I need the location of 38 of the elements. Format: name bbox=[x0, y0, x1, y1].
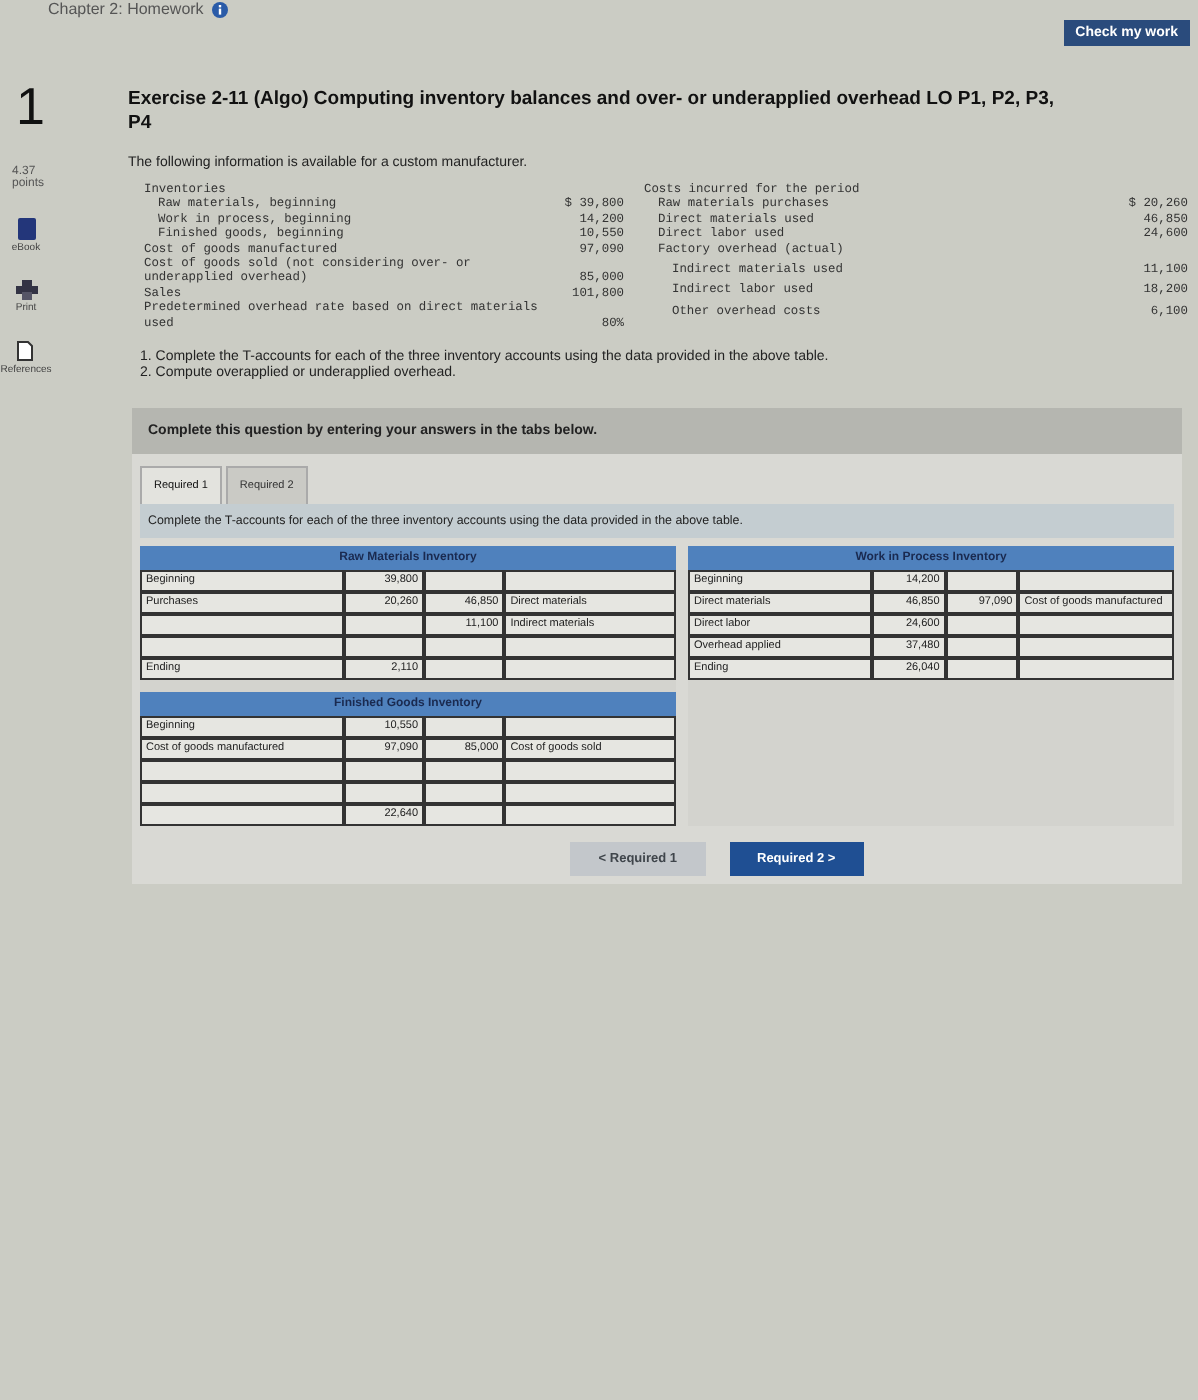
info-icon[interactable] bbox=[211, 1, 228, 17]
book-icon[interactable] bbox=[17, 218, 35, 240]
account-label-field[interactable] bbox=[140, 636, 344, 659]
account-label-field[interactable] bbox=[504, 804, 676, 827]
account-label-field[interactable] bbox=[504, 570, 676, 593]
amount-field[interactable] bbox=[945, 658, 1019, 681]
amount-field[interactable] bbox=[424, 636, 505, 659]
amount-field[interactable] bbox=[424, 760, 505, 783]
account-label-field[interactable] bbox=[1018, 636, 1174, 659]
account-label-field[interactable] bbox=[504, 636, 676, 659]
amount-field[interactable] bbox=[343, 760, 425, 783]
account-label-field[interactable] bbox=[504, 716, 676, 739]
account-label-field[interactable] bbox=[1018, 658, 1174, 681]
question-title: Exercise 2-11 (Algo) Computing inventory balances and over- or underapplied overhead LO P1, P2, P3, P4 bbox=[128, 88, 1056, 136]
amount-field[interactable] bbox=[424, 716, 505, 739]
printer-icon[interactable] bbox=[15, 280, 37, 300]
account-label-field[interactable] bbox=[140, 782, 344, 805]
amount-field[interactable] bbox=[424, 658, 505, 681]
amount-field[interactable] bbox=[343, 636, 425, 659]
account-label-field[interactable] bbox=[504, 658, 676, 681]
account-label-field[interactable] bbox=[504, 760, 676, 783]
chapter-title: Chapter 2: Homework bbox=[48, 0, 204, 18]
account-label-field[interactable] bbox=[140, 804, 344, 827]
amount-field[interactable] bbox=[424, 804, 505, 827]
account-label-field[interactable] bbox=[504, 782, 676, 805]
amount-field[interactable] bbox=[424, 570, 505, 593]
amount-field[interactable] bbox=[343, 614, 425, 637]
amount-field[interactable] bbox=[945, 636, 1019, 659]
document-icon[interactable] bbox=[16, 340, 35, 362]
amount-field[interactable] bbox=[945, 570, 1019, 593]
account-label-field[interactable] bbox=[1018, 614, 1174, 637]
amount-field[interactable] bbox=[945, 614, 1019, 637]
account-label-field[interactable] bbox=[140, 760, 344, 783]
account-label-field[interactable] bbox=[1018, 570, 1174, 593]
amount-field[interactable] bbox=[343, 782, 425, 805]
amount-field[interactable] bbox=[424, 782, 505, 805]
account-label-field[interactable] bbox=[140, 614, 344, 637]
question-number: 1 bbox=[16, 76, 47, 138]
